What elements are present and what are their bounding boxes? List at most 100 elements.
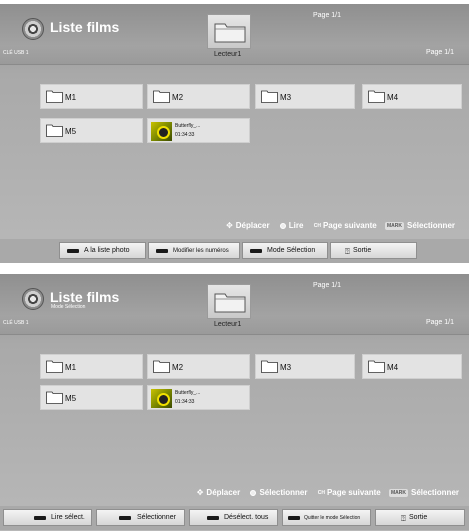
folder-tile[interactable]: M1 (40, 84, 143, 109)
page-indicator-top: Page 1/1 (313, 12, 342, 19)
video-tile[interactable]: Butterfly_... 01:34:33 (147, 385, 250, 410)
video-name: Butterfly_... (175, 390, 201, 396)
folder-tile[interactable]: M2 (147, 354, 250, 379)
legend-ok: Lire (288, 221, 304, 231)
page-indicator: Page 1/1 (425, 319, 454, 326)
green-key-icon (119, 516, 131, 520)
video-name: Butterfly_... (175, 123, 201, 129)
video-duration: 01:34:33 (175, 132, 195, 138)
exit-icon: ⍰ (401, 514, 406, 523)
page-title: Liste films (50, 19, 120, 35)
blue-key-icon (288, 516, 300, 520)
button-label: Mode Sélection (267, 247, 316, 254)
four-way-arrow-icon: ✥ (226, 221, 233, 231)
folder-icon (261, 360, 278, 373)
folder-icon (368, 360, 385, 373)
folder-tile[interactable]: M5 (40, 118, 143, 143)
video-thumbnail (151, 389, 172, 408)
exit-button[interactable]: ⍰ Sortie (330, 242, 417, 259)
legend-move: Déplacer (206, 488, 241, 498)
folder-tile[interactable]: M4 (362, 354, 462, 379)
folder-icon (368, 90, 385, 103)
four-way-arrow-icon: ✥ (196, 488, 204, 498)
folder-tile[interactable]: M4 (362, 84, 462, 109)
movie-list-selection-screen: Liste films Mode Sélection CLÉ USB 1 Lec… (0, 274, 469, 531)
yellow-key-icon (250, 249, 262, 253)
button-label: Modifier les numéros (173, 248, 229, 254)
legend-select: Sélectionner (406, 221, 455, 231)
button-label: A la liste photo (84, 247, 130, 254)
legend-ok: Sélectionner (259, 488, 308, 498)
mark-icon: MARK (384, 221, 404, 230)
folder-label: M4 (387, 363, 399, 372)
drive-button[interactable] (207, 284, 251, 319)
exit-button[interactable]: ⍰ Sortie (375, 509, 465, 526)
button-label: Quitter le mode Sélection (304, 515, 361, 521)
folder-label: M1 (65, 93, 77, 102)
button-label: Lire sélect. (51, 514, 85, 521)
page-title: Liste films (50, 289, 120, 305)
page-indicator: Page 1/1 (425, 49, 454, 56)
key-legend: ✥ Déplacer Lire CH Page suivante MARK Sélec… (226, 221, 455, 233)
button-label: Sélectionner (137, 514, 176, 521)
header: Liste films Mode Sélection CLÉ USB 1 Lec… (0, 274, 469, 334)
video-duration: 01:34:33 (175, 399, 195, 405)
drive-label: Lecteur1 (214, 51, 242, 58)
folder-tile[interactable]: M5 (40, 385, 143, 410)
divider (0, 334, 469, 335)
exit-selection-mode-button[interactable]: Quitter le mode Sélection (282, 509, 371, 526)
movie-list-screen: Liste films CLÉ USB 1 Lecteur1 Page 1/1 … (0, 4, 469, 263)
header: Liste films CLÉ USB 1 Lecteur1 Page 1/1 … (0, 4, 469, 64)
folder-tile[interactable]: M3 (255, 84, 355, 109)
button-bar: A la liste photo Modifier les numéros Mo… (0, 239, 469, 263)
folder-icon (214, 23, 246, 43)
legend-move: Déplacer (235, 221, 270, 231)
folder-tile[interactable]: M1 (40, 354, 143, 379)
deselect-all-button[interactable]: Désélect. tous (189, 509, 278, 526)
key-legend: ✥ Déplacer Sélectionner CH Page suivante M… (197, 488, 459, 500)
folder-icon (153, 90, 170, 103)
page-indicator-top: Page 1/1 (313, 282, 342, 289)
play-selected-button[interactable]: Lire sélect. (3, 509, 92, 526)
folder-label: M5 (65, 394, 77, 403)
legend-select: Sélectionner (410, 488, 459, 498)
selection-mode-button[interactable]: Mode Sélection (242, 242, 328, 259)
folder-label: M4 (387, 93, 399, 102)
folder-label: M1 (65, 363, 77, 372)
edit-numbers-button[interactable]: Modifier les numéros (148, 242, 240, 259)
channel-icon: CH (313, 222, 321, 229)
usb-label: CLÉ USB 1 (3, 320, 29, 326)
ok-icon (250, 489, 257, 496)
folder-tile[interactable]: M2 (147, 84, 250, 109)
folder-icon (261, 90, 278, 103)
video-tile[interactable]: Butterfly_... 01:34:33 (147, 118, 250, 143)
folder-label: M5 (65, 127, 77, 136)
mark-icon: MARK (388, 488, 408, 497)
red-key-icon (34, 516, 46, 520)
folder-icon (214, 293, 246, 313)
button-label: Sortie (353, 247, 372, 254)
legend-next-page: Page suivante (326, 488, 381, 498)
disc-icon (22, 288, 44, 310)
red-key-icon (67, 249, 79, 253)
drive-button[interactable] (207, 14, 251, 49)
folder-tile[interactable]: M3 (255, 354, 355, 379)
folder-label: M2 (172, 363, 184, 372)
folder-icon (46, 124, 63, 137)
button-label: Sortie (409, 514, 428, 521)
disc-icon (22, 18, 44, 40)
page-subtitle: Mode Sélection (51, 304, 86, 310)
folder-icon (153, 360, 170, 373)
folder-label: M3 (280, 93, 292, 102)
yellow-key-icon (207, 516, 219, 520)
usb-label: CLÉ USB 1 (3, 50, 29, 56)
select-button[interactable]: Sélectionner (96, 509, 185, 526)
folder-icon (46, 391, 63, 404)
green-key-icon (156, 249, 168, 253)
channel-icon: CH (317, 489, 325, 496)
ok-icon (279, 222, 286, 229)
button-bar: Lire sélect. Sélectionner Désélect. tous… (0, 506, 469, 530)
photo-list-button[interactable]: A la liste photo (59, 242, 146, 259)
divider (0, 64, 469, 65)
folder-label: M2 (172, 93, 184, 102)
